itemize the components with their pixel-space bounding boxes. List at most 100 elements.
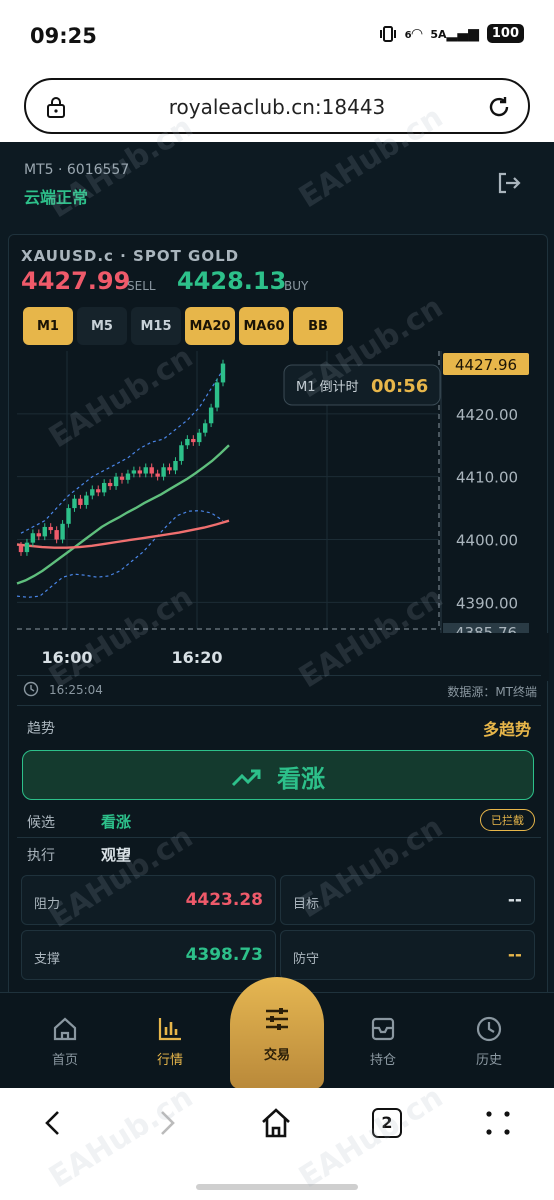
- nav-history[interactable]: 历史: [459, 1015, 519, 1068]
- candle-body: [208, 407, 214, 424]
- candle-body: [173, 460, 178, 471]
- defense-label: 防守: [293, 952, 320, 967]
- nav-positions[interactable]: 持仓: [353, 1015, 413, 1068]
- y-tick-label: 4410.00: [456, 469, 518, 487]
- logout-icon[interactable]: [496, 170, 522, 196]
- candle-body: [96, 489, 101, 493]
- candle-body: [191, 438, 196, 443]
- home-icon[interactable]: [259, 1106, 293, 1140]
- indicator-ma20-button[interactable]: MA20: [185, 307, 235, 345]
- address-bar[interactable]: royaleaclub.cn:18443: [24, 78, 530, 134]
- inbox-icon: [371, 1017, 395, 1041]
- candle-body: [149, 467, 154, 474]
- target-value: --: [507, 890, 522, 910]
- candle-body: [48, 526, 53, 531]
- countdown-value: 00:56: [371, 376, 428, 397]
- trend-label: 趋势: [27, 721, 55, 737]
- symbol-name: XAUUSD.c · SPOT GOLD: [21, 247, 240, 265]
- candle-body: [197, 432, 202, 443]
- clock-icon: [23, 681, 39, 697]
- clock-icon: [476, 1016, 502, 1042]
- candle-body: [125, 473, 131, 480]
- chart-bar-icon: [158, 1018, 181, 1041]
- candle-body: [60, 523, 65, 540]
- nav-market[interactable]: 行情: [140, 1015, 200, 1068]
- candle-body: [161, 467, 166, 477]
- timeframe-m5-button[interactable]: M5: [77, 307, 127, 345]
- candle-body: [155, 473, 160, 477]
- candle-body: [107, 482, 113, 487]
- candle-body: [24, 542, 30, 553]
- resistance-value: 4423.28: [185, 890, 263, 910]
- signal-icon: 5A▂▄▆: [430, 25, 479, 42]
- wifi-icon: 6◠: [404, 25, 423, 42]
- candle-body: [30, 533, 36, 543]
- more-icon[interactable]: [481, 1106, 515, 1140]
- candle-body: [101, 482, 107, 493]
- trend-row: 趋势 多趋势: [17, 705, 541, 745]
- buy-label: BUY: [284, 279, 309, 293]
- candle-body: [90, 489, 95, 496]
- sliders-icon: [266, 1008, 288, 1030]
- url-text[interactable]: royaleaclub.cn:18443: [26, 95, 528, 119]
- nav-home-label: 首页: [51, 1053, 78, 1068]
- x-tick-label: 16:20: [172, 648, 223, 667]
- indicator-bb-button[interactable]: BB: [293, 307, 343, 345]
- execution-label: 执行: [27, 848, 55, 864]
- candle-body: [36, 533, 42, 537]
- reload-icon[interactable]: [486, 94, 512, 120]
- candle-body: [119, 476, 125, 480]
- back-icon[interactable]: [36, 1106, 70, 1140]
- candidate-label: 候选: [27, 815, 55, 831]
- status-time: 09:25: [30, 24, 97, 48]
- trade-button[interactable]: 交易: [230, 977, 324, 1088]
- sell-price[interactable]: 4427.99: [21, 267, 130, 295]
- bb-lower-line: [16, 509, 224, 598]
- signal-box[interactable]: 看涨: [22, 750, 534, 800]
- trend-value: 多趋势: [482, 720, 531, 739]
- trade-label: 交易: [263, 1048, 290, 1063]
- buy-price[interactable]: 4428.13: [177, 267, 286, 295]
- trend-up-icon: [231, 769, 261, 786]
- data-source: 数据源：MT终端: [447, 685, 537, 699]
- candle-body: [113, 476, 119, 487]
- candle-body: [214, 382, 220, 408]
- candle-body: [179, 445, 184, 461]
- candle-body: [131, 470, 137, 474]
- nav-home[interactable]: 首页: [35, 1015, 95, 1068]
- support-card: 支撑 4398.73: [21, 930, 276, 980]
- candle-body: [78, 498, 83, 505]
- y-tick-label: 4420.00: [456, 406, 518, 424]
- candle-body: [72, 498, 77, 509]
- candle-body: [66, 508, 71, 524]
- candle-body: [42, 526, 47, 537]
- status-bar: 09:25 6◠ 5A▂▄▆ 100: [0, 0, 554, 72]
- bottom-nav: 首页 行情 交易 持仓 历史: [0, 977, 554, 1088]
- home-icon: [53, 1017, 77, 1041]
- sell-label: SELL: [127, 279, 156, 293]
- gesture-bar[interactable]: [196, 1184, 358, 1190]
- current-price-text: 4427.96: [455, 356, 517, 374]
- candle-body: [18, 545, 24, 553]
- candle-body: [185, 438, 190, 446]
- signal-text: 看涨: [277, 765, 325, 793]
- indicator-ma60-button[interactable]: MA60: [239, 307, 289, 345]
- nav-market-label: 行情: [156, 1053, 183, 1068]
- defense-value: --: [507, 945, 522, 965]
- candle-body: [137, 470, 143, 474]
- candle-body: [220, 363, 226, 383]
- execution-row: 执行 观望: [17, 837, 541, 869]
- support-label: 支撑: [34, 952, 61, 967]
- vibrate-icon: [379, 25, 396, 42]
- candidate-value: 看涨: [101, 813, 132, 831]
- y-tick-label: 4400.00: [456, 532, 518, 550]
- candle-body: [143, 467, 148, 474]
- timeframe-m15-button[interactable]: M15: [131, 307, 181, 345]
- timeframe-m1-button[interactable]: M1: [23, 307, 73, 345]
- intercepted-badge: 已拦截: [480, 809, 535, 831]
- candle-body: [84, 495, 89, 505]
- battery-icon: 100: [486, 24, 524, 43]
- nav-history-label: 历史: [475, 1053, 502, 1068]
- trading-app: MT5 · 6016557 云端正常 XAUUSD.c · SPOT GOLD …: [0, 142, 554, 1088]
- support-value: 4398.73: [185, 945, 263, 965]
